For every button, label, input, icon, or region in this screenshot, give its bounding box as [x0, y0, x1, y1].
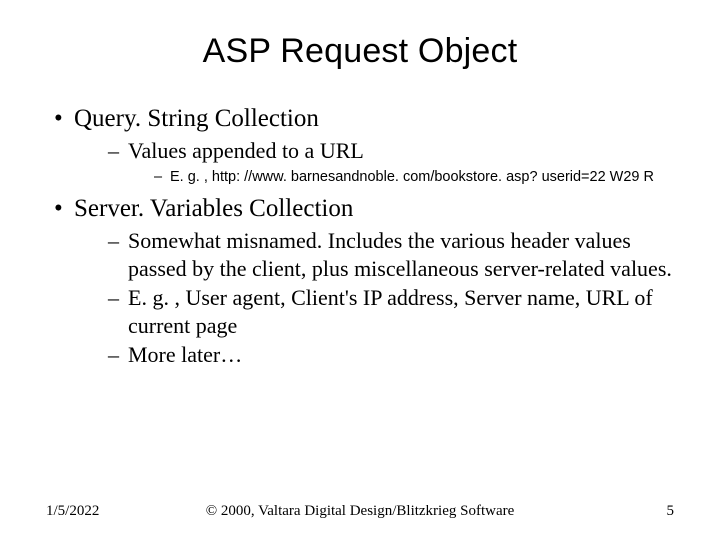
sub-bullet-text: Values appended to a URL	[128, 138, 364, 163]
subsub-bullet: E. g. , http: //www. barnesandnoble. com…	[154, 168, 678, 188]
sub-bullet: Somewhat misnamed. Includes the various …	[108, 227, 678, 282]
subsub-list: E. g. , http: //www. barnesandnoble. com…	[128, 168, 678, 188]
bullet-text: Server. Variables Collection	[74, 195, 353, 222]
sub-list: Somewhat misnamed. Includes the various …	[74, 227, 678, 369]
bullet-servervariables: Server. Variables Collection Somewhat mi…	[54, 193, 678, 369]
sub-bullet: More later…	[108, 341, 678, 369]
footer-copyright: © 2000, Valtara Digital Design/Blitzkrie…	[166, 503, 554, 520]
sub-bullet-text: More later…	[128, 342, 242, 367]
slide-title: ASP Request Object	[0, 0, 720, 99]
sub-list: Values appended to a URL E. g. , http: /…	[74, 137, 678, 187]
bullet-querystring: Query. String Collection Values appended…	[54, 103, 678, 187]
slide-body: Query. String Collection Values appended…	[0, 103, 720, 369]
sub-bullet: E. g. , User agent, Client's IP address,…	[108, 284, 678, 339]
sub-bullet-text: E. g. , User agent, Client's IP address,…	[128, 285, 653, 338]
bullet-text: Query. String Collection	[74, 105, 319, 132]
slide-footer: 1/5/2022 © 2000, Valtara Digital Design/…	[0, 503, 720, 520]
sub-bullet: Values appended to a URL E. g. , http: /…	[108, 137, 678, 187]
footer-page-number: 5	[554, 503, 674, 520]
subsub-bullet-text: E. g. , http: //www. barnesandnoble. com…	[170, 169, 654, 185]
sub-bullet-text: Somewhat misnamed. Includes the various …	[128, 228, 672, 281]
slide: ASP Request Object Query. String Collect…	[0, 0, 720, 540]
footer-date: 1/5/2022	[46, 503, 166, 520]
